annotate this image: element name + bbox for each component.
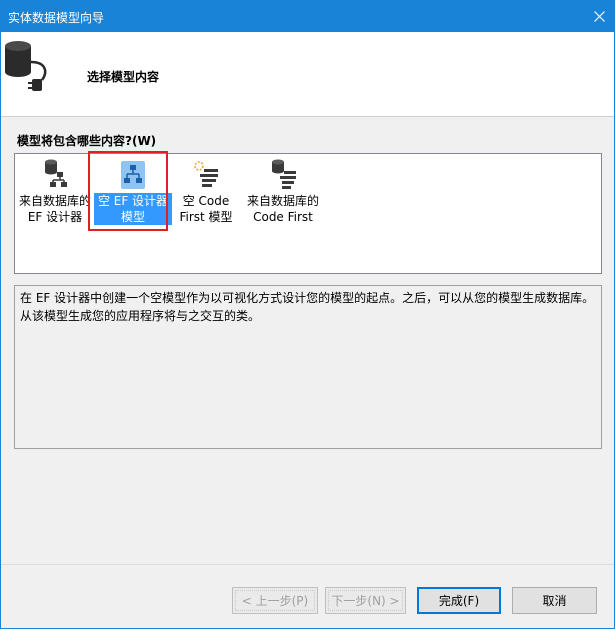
- previous-button[interactable]: < 上一步(P): [232, 587, 318, 614]
- finish-button-label: 完成(F): [438, 594, 480, 608]
- finish-button[interactable]: 完成(F): [417, 587, 501, 614]
- list-item-empty-ef-designer[interactable]: 空 EF 设计器 模型: [94, 156, 172, 230]
- description-panel: 在 EF 设计器中创建一个空模型作为以可视化方式设计您的模型的起点。之后，可以从…: [14, 285, 602, 449]
- previous-button-label: < 上一步(P): [235, 590, 315, 611]
- wizard-window: 实体数据模型向导 选择模型内容 模型将包含哪些内容?(W) 来自数据库的 EF …: [0, 0, 615, 629]
- window-title: 实体数据模型向导: [8, 11, 105, 25]
- list-item-label: 来自数据库的 EF 设计器: [18, 194, 91, 224]
- list-item-label: 空 Code First 模型: [179, 194, 233, 224]
- empty-ef-model-icon: [121, 161, 145, 189]
- list-item-label: 空 EF 设计器 模型: [94, 193, 172, 225]
- database-plug-icon: [5, 41, 47, 91]
- database-model-icon: [45, 159, 67, 187]
- title-bar[interactable]: 实体数据模型向导: [1, 1, 614, 32]
- model-content-label: 模型将包含哪些内容?(W): [17, 134, 157, 148]
- model-content-list[interactable]: 来自数据库的 EF 设计器 空 EF 设计器 模型 空 Code First 模…: [14, 153, 602, 274]
- description-text: 在 EF 设计器中创建一个空模型作为以可视化方式设计您的模型的起点。之后，可以从…: [20, 291, 595, 323]
- wizard-header: 选择模型内容: [1, 32, 614, 117]
- list-item-database-ef-designer[interactable]: 来自数据库的 EF 设计器: [16, 156, 94, 230]
- next-button-label: 下一步(N) >: [328, 590, 403, 611]
- next-button[interactable]: 下一步(N) >: [325, 587, 406, 614]
- empty-code-first-icon: [194, 161, 218, 187]
- list-item-empty-code-first[interactable]: 空 Code First 模型: [167, 156, 245, 230]
- cancel-button-label: 取消: [542, 594, 567, 608]
- cancel-button[interactable]: 取消: [512, 587, 597, 614]
- list-item-label: 来自数据库的 Code First: [246, 194, 319, 224]
- database-code-first-icon: [272, 159, 296, 189]
- page-title: 选择模型内容: [87, 70, 160, 84]
- close-icon: [593, 11, 605, 22]
- footer-divider: [1, 564, 614, 565]
- close-button[interactable]: [584, 1, 614, 32]
- list-item-database-code-first[interactable]: 来自数据库的 Code First: [244, 156, 322, 230]
